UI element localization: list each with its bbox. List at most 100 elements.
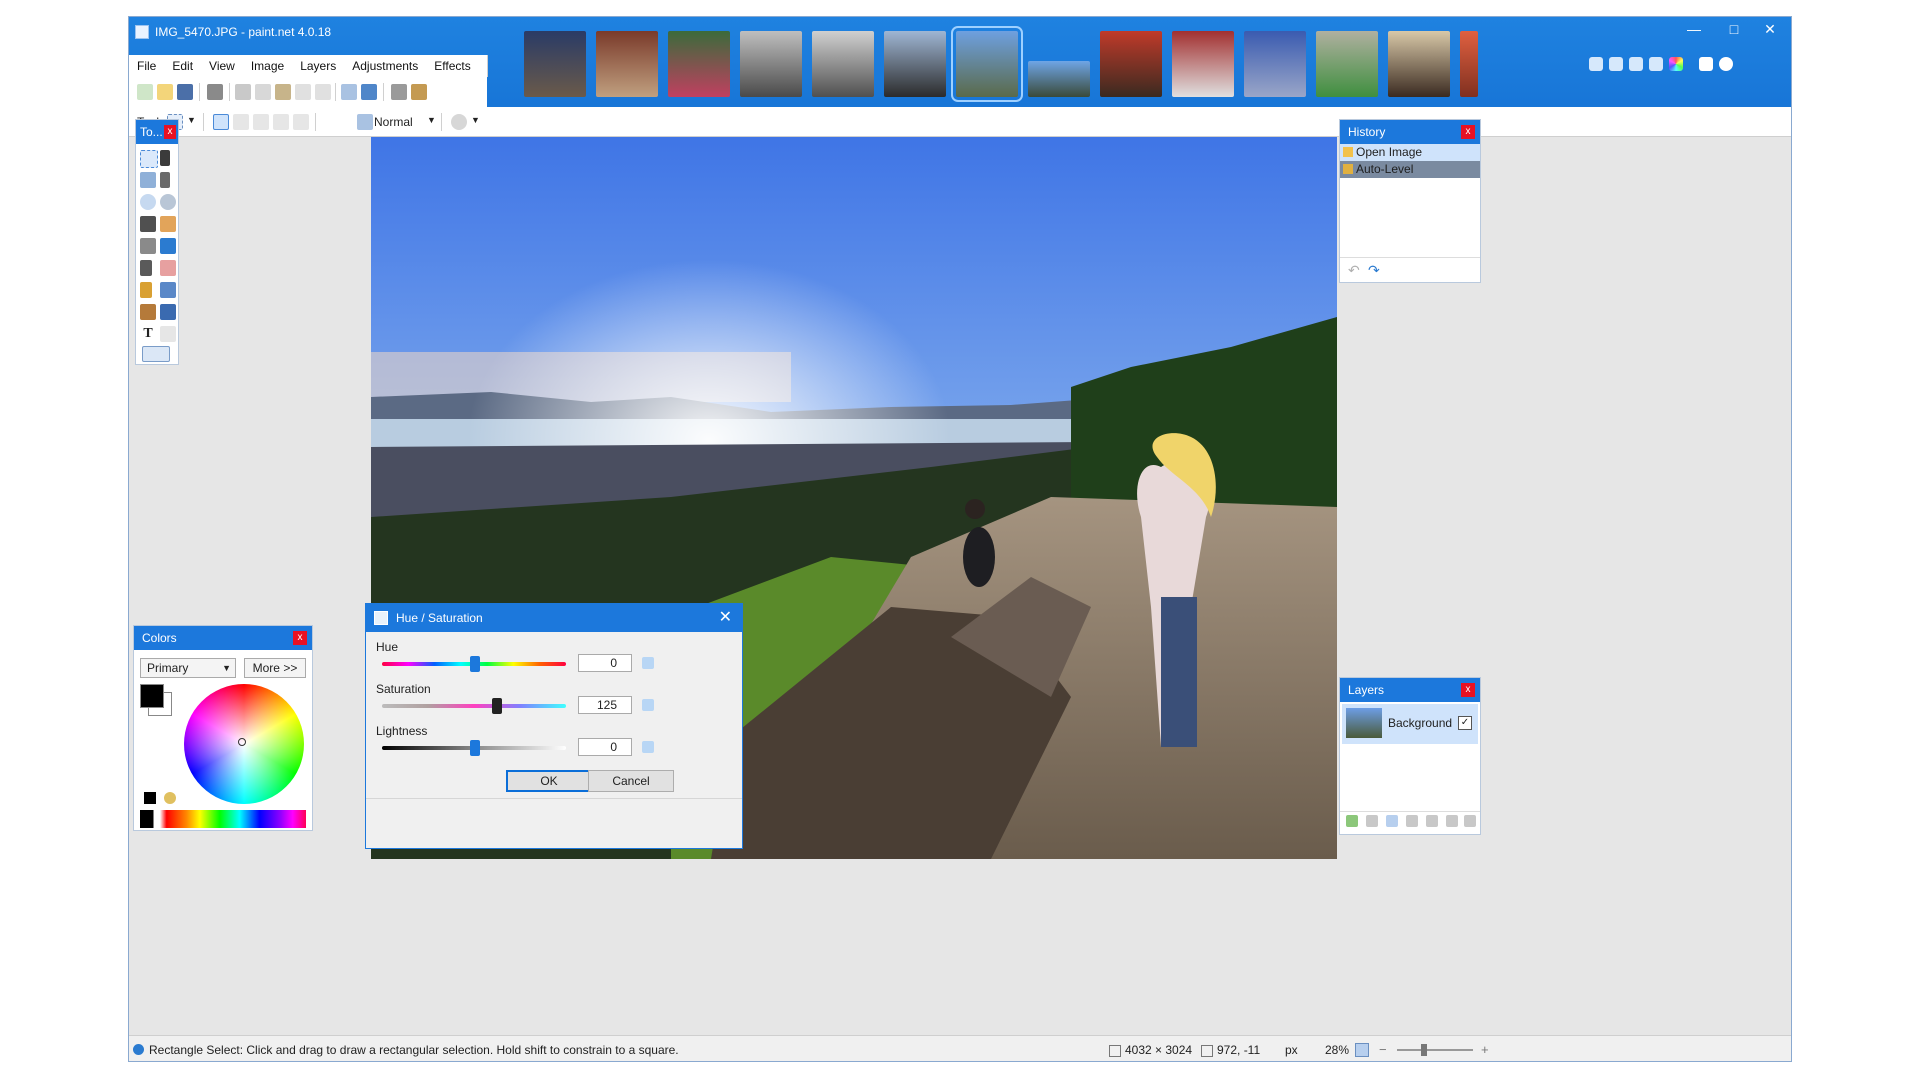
selection-replace-icon[interactable] (213, 114, 229, 130)
selection-invert-icon[interactable] (293, 114, 309, 130)
chevron-down-icon[interactable]: ▼ (427, 115, 436, 125)
text-tool-icon[interactable]: T (140, 326, 156, 342)
thumbnail-5[interactable] (812, 31, 874, 97)
antialiasing-icon[interactable] (451, 114, 467, 130)
hue-reset-icon[interactable] (642, 657, 654, 669)
lightness-reset-icon[interactable] (642, 741, 654, 753)
history-item[interactable]: Auto-Level (1340, 161, 1480, 178)
recolor-icon[interactable] (160, 304, 176, 320)
thumbnail-10[interactable] (1172, 31, 1234, 97)
history-item[interactable]: Open Image (1340, 144, 1480, 161)
layer-row[interactable]: Background ✓ (1342, 704, 1478, 744)
redo-icon[interactable] (361, 84, 377, 100)
units-select[interactable]: px (1285, 1036, 1298, 1061)
zoom-icon[interactable] (160, 194, 176, 210)
thumbnail-12[interactable] (1316, 31, 1378, 97)
chevron-down-icon[interactable]: ▼ (187, 115, 196, 125)
thumbnail-11[interactable] (1244, 31, 1306, 97)
zoom-level[interactable]: 28% (1325, 1036, 1349, 1061)
saturation-slider[interactable] (382, 698, 566, 714)
tools-window-icon[interactable] (1609, 57, 1623, 71)
menu-file[interactable]: File (129, 55, 164, 77)
ellipse-select-icon[interactable] (140, 194, 156, 210)
primary-color-swatch[interactable] (140, 684, 164, 708)
hue-slider[interactable] (382, 656, 566, 672)
thumbnail-6[interactable] (884, 31, 946, 97)
zoom-in-icon[interactable]: + (1481, 1043, 1489, 1057)
zoom-to-window-icon[interactable] (1355, 1043, 1369, 1057)
move-layer-down-icon[interactable] (1446, 815, 1458, 827)
print-icon[interactable] (207, 84, 223, 100)
new-file-icon[interactable] (137, 84, 153, 100)
menu-effects[interactable]: Effects (426, 55, 478, 77)
lightness-slider-thumb[interactable] (470, 740, 480, 756)
deselect-icon[interactable] (315, 84, 331, 100)
layer-visibility-checkbox[interactable]: ✓ (1458, 716, 1472, 730)
thumbnail-1[interactable] (524, 31, 586, 97)
selection-intersect-icon[interactable] (273, 114, 289, 130)
selection-union-icon[interactable] (233, 114, 249, 130)
blend-mode-select[interactable]: Normal (374, 115, 413, 129)
crop-icon[interactable] (295, 84, 311, 100)
hue-slider-thumb[interactable] (470, 656, 480, 672)
palette-icon[interactable] (164, 792, 176, 804)
lightness-slider[interactable] (382, 740, 566, 756)
lightness-value-input[interactable]: 0 (578, 738, 632, 756)
paste-icon[interactable] (275, 84, 291, 100)
menu-layers[interactable]: Layers (292, 55, 344, 77)
move-selected-icon[interactable] (160, 150, 170, 166)
thumbnail-3[interactable] (668, 31, 730, 97)
saturation-reset-icon[interactable] (642, 699, 654, 711)
rectangle-select-icon[interactable] (140, 150, 158, 168)
saturation-value-input[interactable]: 125 (578, 696, 632, 714)
paintbrush-icon[interactable] (140, 260, 152, 276)
gradient-icon[interactable] (160, 238, 176, 254)
settings-icon[interactable] (1589, 57, 1603, 71)
color-target-select[interactable]: Primary ▼ (140, 658, 236, 678)
saturation-slider-thumb[interactable] (492, 698, 502, 714)
thumbnail-13[interactable] (1388, 31, 1450, 97)
magic-wand-icon[interactable] (140, 216, 156, 232)
zoom-out-icon[interactable]: − (1379, 1043, 1387, 1057)
close-icon[interactable]: ✕ (719, 604, 732, 632)
clone-stamp-icon[interactable] (140, 304, 156, 320)
minimize-button[interactable]: — (1679, 21, 1709, 37)
close-icon[interactable]: x (1461, 683, 1475, 697)
shapes-icon[interactable] (142, 346, 170, 362)
menu-edit[interactable]: Edit (164, 55, 201, 77)
merge-layer-icon[interactable] (1406, 815, 1418, 827)
thumbnail-9[interactable] (1100, 31, 1162, 97)
color-wheel-cursor[interactable] (238, 738, 246, 746)
thumbnail-14[interactable] (1460, 31, 1478, 97)
chevron-down-icon[interactable]: ▼ (471, 115, 480, 125)
pan-icon[interactable] (160, 216, 176, 232)
lasso-select-icon[interactable] (140, 172, 156, 188)
history-window-icon[interactable] (1629, 57, 1643, 71)
menu-image[interactable]: Image (243, 55, 292, 77)
open-file-icon[interactable] (157, 84, 173, 100)
cut-icon[interactable] (235, 84, 251, 100)
menu-view[interactable]: View (201, 55, 243, 77)
paint-bucket-icon[interactable] (140, 238, 156, 254)
thumbnail-4[interactable] (740, 31, 802, 97)
gear-icon[interactable] (1699, 57, 1713, 71)
close-icon[interactable]: x (1461, 125, 1475, 139)
copy-icon[interactable] (255, 84, 271, 100)
thumbnail-2[interactable] (596, 31, 658, 97)
undo-icon[interactable]: ↶ (1348, 262, 1360, 279)
line-curve-icon[interactable] (160, 326, 176, 342)
pencil-icon[interactable] (140, 282, 152, 298)
ok-button[interactable]: OK (506, 770, 592, 792)
close-icon[interactable]: x (164, 125, 176, 139)
add-layer-icon[interactable] (1346, 815, 1358, 827)
black-white-reset-icon[interactable] (144, 792, 156, 804)
undo-icon[interactable] (341, 84, 357, 100)
hue-value-input[interactable]: 0 (578, 654, 632, 672)
save-icon[interactable] (177, 84, 193, 100)
menu-adjustments[interactable]: Adjustments (344, 55, 426, 77)
move-layer-up-icon[interactable] (1426, 815, 1438, 827)
delete-layer-icon[interactable] (1366, 815, 1378, 827)
grid-icon[interactable] (391, 84, 407, 100)
zoom-slider[interactable] (1397, 1044, 1473, 1056)
color-palette[interactable] (140, 810, 306, 828)
